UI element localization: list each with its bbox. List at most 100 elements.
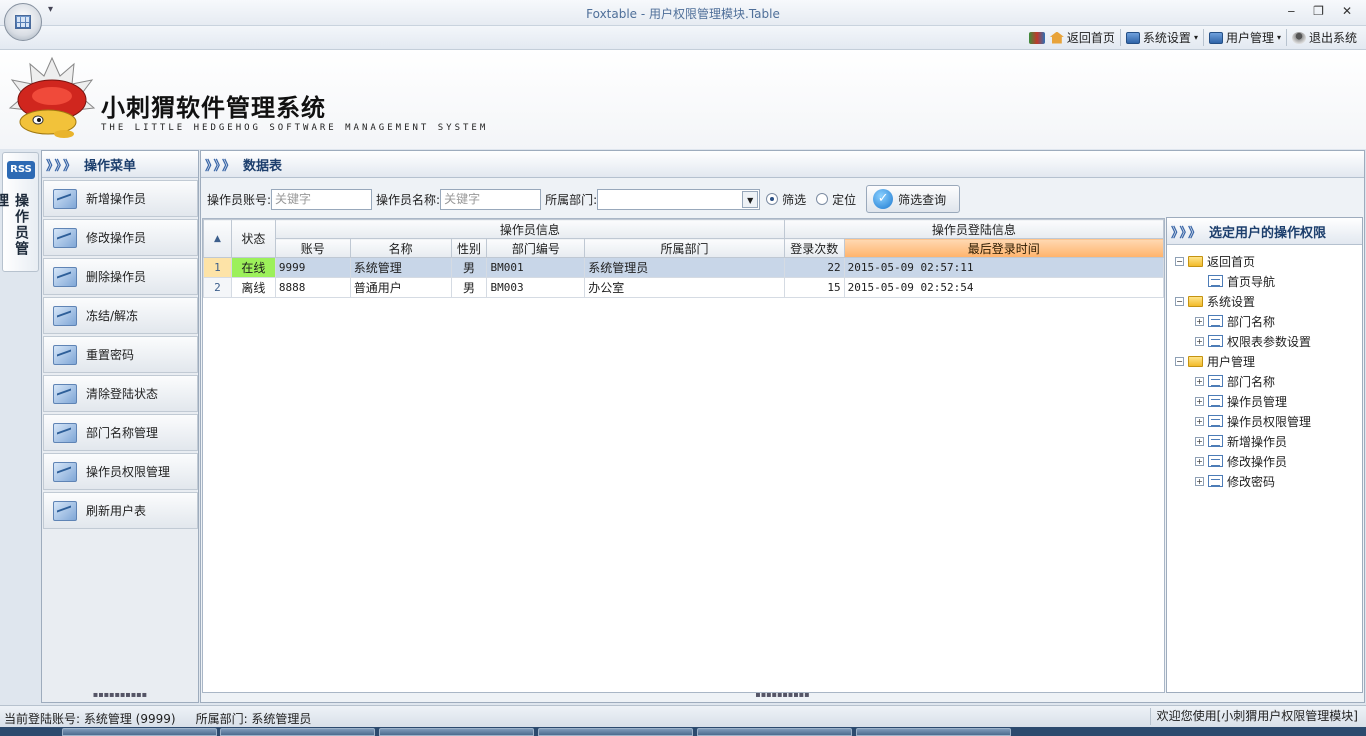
panel-resize-grip[interactable]: ▪▪▪▪▪▪▪▪▪▪ — [42, 691, 198, 700]
minimize-button[interactable]: ‒ — [1288, 4, 1296, 18]
taskbar-item[interactable] — [220, 728, 375, 736]
side-tab-operator-management[interactable]: RSS 操作员管理 — [0, 152, 39, 272]
taskbar-item[interactable] — [538, 728, 693, 736]
expand-icon[interactable]: + — [1195, 376, 1204, 386]
operation-menu-panel: 》》》 操作菜单 新增操作员 修改操作员 删除操作员 冻结/解冻 重置密码 清除登陆状态部… — [41, 150, 199, 703]
picture-icon — [53, 227, 77, 248]
status-bar: 当前登陆账号: 系统管理 (9999) 所属部门: 系统管理员 欢迎您使用[小刺… — [0, 705, 1366, 727]
op-button[interactable]: 清除登陆状态 — [43, 375, 198, 412]
tree-node[interactable]: + 新增操作员 — [1175, 431, 1362, 451]
tree-node[interactable]: − 用户管理 — [1175, 351, 1362, 371]
col-dept[interactable]: 所属部门 — [584, 238, 785, 258]
expand-icon[interactable]: + — [1195, 476, 1204, 486]
current-dept: 所属部门: 系统管理员 — [195, 712, 312, 726]
op-button[interactable]: 新增操作员 — [43, 180, 198, 217]
folder-icon — [1188, 355, 1203, 367]
tree-node[interactable]: − 返回首页 — [1175, 251, 1362, 271]
expand-icon[interactable]: + — [1195, 316, 1204, 326]
op-button[interactable]: 部门名称管理 — [43, 414, 198, 451]
tree-node[interactable]: + 操作员管理 — [1175, 391, 1362, 411]
picture-icon — [53, 344, 77, 365]
expand-icon[interactable]: + — [1195, 456, 1204, 466]
taskbar-item[interactable] — [856, 728, 1011, 736]
check-icon: ✓ — [873, 189, 894, 209]
tree-node[interactable]: + 部门名称 — [1175, 311, 1362, 331]
account-input[interactable] — [271, 188, 373, 210]
expand-icon[interactable]: + — [1195, 436, 1204, 446]
tree-node[interactable]: + 修改操作员 — [1175, 451, 1362, 471]
account-label: 操作员账号: — [207, 192, 272, 207]
data-grid[interactable]: ▲ 状态 操作员信息 操作员登陆信息 账号 名称 性别 部门编号 所属部门 登录… — [202, 218, 1165, 693]
dept-label: 所属部门: — [545, 192, 598, 207]
tree-node[interactable]: + 修改密码 — [1175, 471, 1362, 491]
home-icon — [1049, 31, 1064, 44]
op-button[interactable]: 删除操作员 — [43, 258, 198, 295]
grid-corner[interactable]: ▲ — [203, 219, 232, 258]
panel-resize-grip[interactable]: ▪▪▪▪▪▪▪▪▪▪ — [201, 691, 1364, 700]
users-window-icon — [1208, 31, 1223, 44]
col-login-count[interactable]: 登录次数 — [783, 238, 845, 258]
tree-node[interactable]: 首页导航 — [1175, 271, 1362, 291]
tree-node[interactable]: + 操作员权限管理 — [1175, 411, 1362, 431]
chevron-down-icon: ▾ — [1276, 33, 1281, 42]
col-gender[interactable]: 性别 — [450, 238, 488, 258]
folder-icon — [1188, 295, 1203, 307]
welcome-text: 欢迎您使用[小刺猬用户权限管理模块] — [1149, 708, 1358, 725]
status-badge[interactable]: 在线 — [230, 257, 276, 278]
tree-node[interactable]: + 部门名称 — [1175, 371, 1362, 391]
col-last-login[interactable]: 最后登录时间 — [843, 238, 1165, 258]
taskbar-item[interactable] — [379, 728, 534, 736]
taskbar-item[interactable] — [62, 728, 217, 736]
form-icon — [1208, 315, 1223, 327]
op-button[interactable]: 重置密码 — [43, 336, 198, 373]
menu-home[interactable]: 返回首页 — [1045, 29, 1121, 46]
form-icon — [1208, 335, 1223, 347]
system-subtitle: THE LITTLE HEDGEHOG SOFTWARE MANAGEMENT … — [101, 123, 489, 133]
form-icon — [1208, 435, 1223, 447]
app-menu-button[interactable] — [4, 3, 42, 41]
collapse-icon[interactable]: − — [1175, 296, 1184, 306]
col-dept-code[interactable]: 部门编号 — [486, 238, 586, 258]
chevron-down-icon: ▾ — [1193, 33, 1198, 42]
permission-tree-panel: 》》》 选定用户的操作权限 − 返回首页 首页导航 − 系统设置 + 部门名称 + 权限表参数设… — [1166, 217, 1363, 693]
filter-query-button[interactable]: ✓ 筛选查询 — [866, 185, 961, 213]
tree-node[interactable]: − 系统设置 — [1175, 291, 1362, 311]
name-label: 操作员名称: — [376, 192, 441, 207]
expand-icon[interactable]: + — [1195, 416, 1204, 426]
picture-icon — [53, 305, 77, 326]
expand-icon[interactable]: + — [1195, 396, 1204, 406]
app-grid-icon — [15, 15, 31, 29]
col-status[interactable]: 状态 — [230, 219, 276, 258]
expand-icon[interactable]: + — [1195, 336, 1204, 346]
radio-locate[interactable]: 定位 — [816, 191, 856, 208]
form-icon — [1208, 455, 1223, 467]
op-button[interactable]: 操作员权限管理 — [43, 453, 198, 490]
taskbar-item[interactable] — [697, 728, 852, 736]
restore-button[interactable]: ❐ — [1313, 4, 1324, 18]
close-button[interactable]: ✕ — [1342, 4, 1352, 18]
tree-node[interactable]: + 权限表参数设置 — [1175, 331, 1362, 351]
op-button[interactable]: 冻结/解冻 — [43, 297, 198, 334]
op-button[interactable]: 修改操作员 — [43, 219, 198, 256]
form-icon — [1208, 475, 1223, 487]
col-name[interactable]: 名称 — [349, 238, 452, 258]
col-account[interactable]: 账号 — [274, 238, 351, 258]
taskbar — [0, 727, 1366, 736]
panel-header: 》》》 数据表 — [201, 151, 1364, 178]
menu-system-settings[interactable]: 系统设置 ▾ — [1121, 29, 1204, 46]
collapse-icon[interactable]: − — [1175, 256, 1184, 266]
group-login-info: 操作员登陆信息 — [783, 219, 1165, 239]
permission-tree[interactable]: − 返回首页 首页导航 − 系统设置 + 部门名称 + 权限表参数设置 − 用户管理 + 部门名称 + 操作… — [1167, 245, 1362, 491]
menu-exit[interactable]: 退出系统 — [1287, 29, 1362, 46]
status-badge[interactable]: 离线 — [230, 277, 276, 298]
dept-select[interactable]: ▼ — [597, 188, 761, 210]
name-input[interactable] — [440, 188, 542, 210]
table-row[interactable]: 2 离线 8888 普通用户 男 BM003 办公室 15 2015-05-09… — [203, 277, 1165, 298]
panel-header: 》》》 操作菜单 — [42, 151, 198, 178]
radio-filter[interactable]: 筛选 — [766, 191, 806, 208]
picture-icon — [53, 461, 77, 482]
op-button[interactable]: 刷新用户表 — [43, 492, 198, 529]
table-row[interactable]: 1 在线 9999 系统管理 男 BM001 系统管理员 22 2015-05-… — [203, 257, 1165, 278]
collapse-icon[interactable]: − — [1175, 356, 1184, 366]
menu-user-management[interactable]: 用户管理 ▾ — [1204, 29, 1287, 46]
